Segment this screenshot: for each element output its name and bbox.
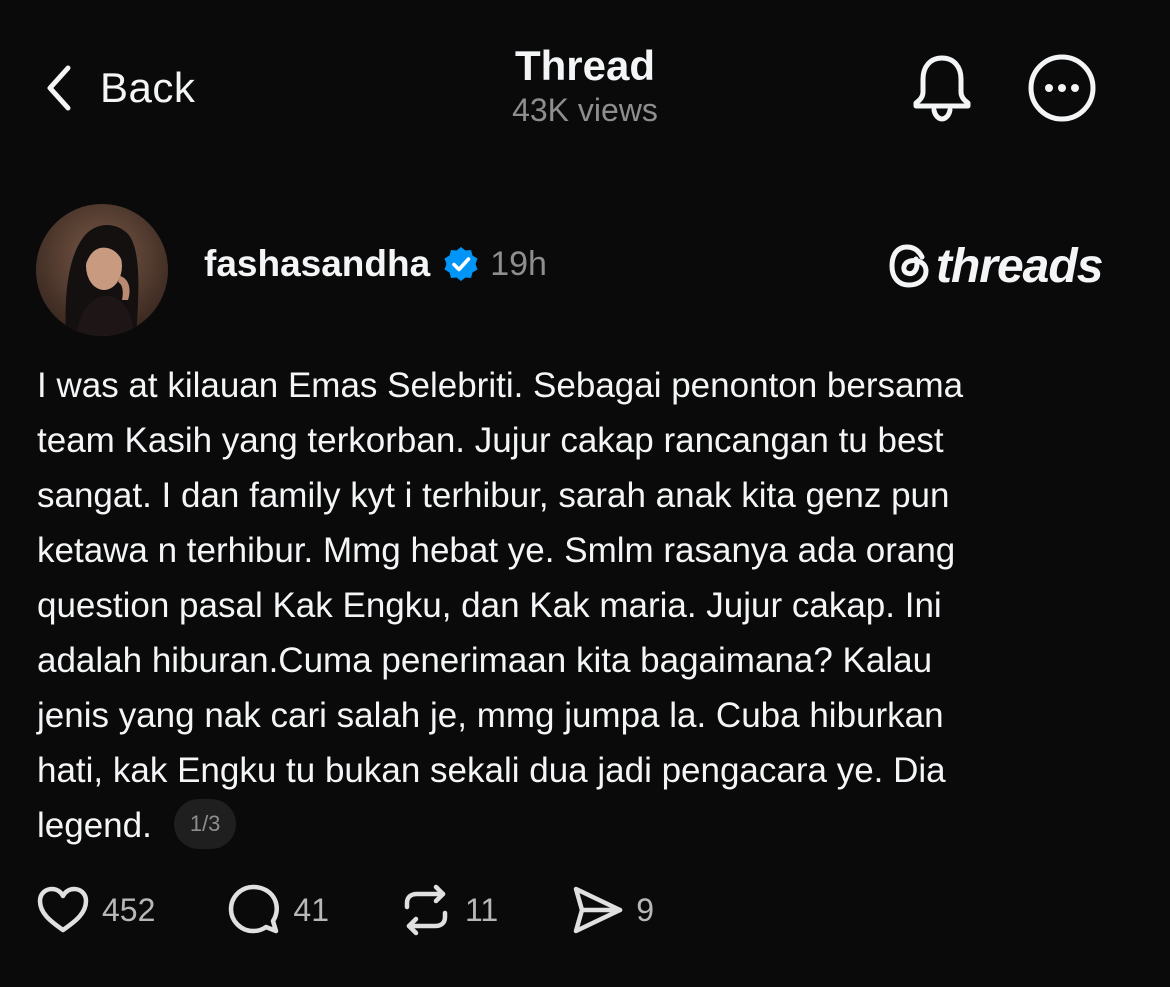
threads-logo: threads xyxy=(888,238,1103,294)
threads-wordmark: threads xyxy=(936,239,1103,293)
share-count: 9 xyxy=(636,891,654,928)
more-options-icon[interactable] xyxy=(1026,52,1098,124)
like-count: 452 xyxy=(102,891,156,928)
avatar-image xyxy=(36,204,168,336)
comment-icon xyxy=(229,884,280,934)
repost-button[interactable]: 11 xyxy=(399,883,498,937)
post-text-line: sangat. I dan family kyt i terhibur, sar… xyxy=(37,476,950,515)
reply-button[interactable]: 41 xyxy=(227,883,329,937)
repost-count: 11 xyxy=(464,891,499,928)
post-text-line: jenis yang nak cari salah je, mmg jumpa … xyxy=(37,696,944,735)
post-text-last-line: legend. 1/3 xyxy=(37,798,1137,853)
post-text-line: ketawa n terhibur. Mmg hebat ye. Smlm ra… xyxy=(37,531,956,570)
action-bar: 452 41 11 9 xyxy=(36,880,654,940)
post-text-line: hati, kak Engku tu bukan sekali dua jadi… xyxy=(37,751,946,790)
post-body: I was at kilauan Emas Selebriti. Sebagai… xyxy=(37,358,1137,853)
post-text-line: I was at kilauan Emas Selebriti. Sebagai… xyxy=(37,366,964,405)
top-bar: Back Thread 43K views xyxy=(0,0,1170,160)
page-title: Thread xyxy=(514,42,656,89)
post-text-line: question pasal Kak Engku, dan Kak maria.… xyxy=(37,586,942,625)
post-text-line: adalah hiburan.Cuma penerimaan kita baga… xyxy=(37,641,933,680)
post-text-line: legend. xyxy=(37,806,152,845)
page-indicator-badge: 1/3 xyxy=(173,798,237,849)
repost-icon xyxy=(404,884,448,936)
view-count: 43K views xyxy=(512,92,658,128)
avatar[interactable] xyxy=(36,204,168,336)
like-button[interactable]: 452 xyxy=(36,885,155,935)
heart-icon xyxy=(37,886,89,933)
reply-count: 41 xyxy=(293,891,329,928)
send-icon xyxy=(573,886,623,934)
verified-badge-icon xyxy=(444,247,478,281)
share-button[interactable]: 9 xyxy=(570,885,654,935)
back-button[interactable]: Back xyxy=(44,60,195,116)
post-text-line: team Kasih yang terkorban. Jujur cakap r… xyxy=(37,421,944,460)
post-time: 19h xyxy=(490,244,547,283)
threads-logo-icon xyxy=(889,244,929,288)
username[interactable]: fashasandha xyxy=(204,243,430,285)
page-title-group: Thread 43K views xyxy=(385,40,785,130)
bell-icon[interactable] xyxy=(908,50,976,122)
chevron-left-icon xyxy=(47,65,71,111)
author-row: fashasandha 19h xyxy=(204,236,547,292)
back-label: Back xyxy=(100,64,196,111)
